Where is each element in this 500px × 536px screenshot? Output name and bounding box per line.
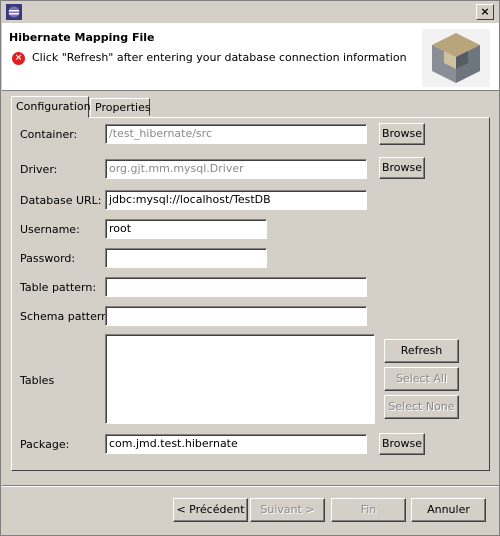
- error-icon: ×: [12, 52, 25, 65]
- back-button[interactable]: < Précédent: [173, 498, 248, 522]
- package-label: Package:: [20, 438, 70, 451]
- container-label: Container:: [20, 128, 78, 141]
- eclipse-icon: [6, 4, 22, 20]
- table-pattern-label: Table pattern:: [20, 281, 97, 294]
- wizard-banner: Hibernate Mapping File × Click "Refresh"…: [2, 23, 499, 91]
- tab-configuration[interactable]: Configuration: [11, 96, 91, 118]
- configuration-panel: Container: /test_hibernate/src Browse Dr…: [11, 117, 490, 471]
- select-all-button[interactable]: Select All: [384, 367, 459, 391]
- username-label: Username:: [20, 223, 80, 236]
- banner-message: Click "Refresh" after entering your data…: [32, 51, 407, 64]
- password-label: Password:: [20, 252, 76, 265]
- hibernate-logo-icon: [422, 29, 490, 87]
- database-url-label: Database URL:: [20, 194, 102, 207]
- dialog-window: × Hibernate Mapping File × Click "Refres…: [0, 0, 500, 536]
- close-button[interactable]: ×: [476, 4, 494, 20]
- footer-separator: [2, 485, 499, 487]
- schema-pattern-label: Schema pattern:: [20, 310, 112, 323]
- select-none-button[interactable]: Select None: [384, 395, 459, 419]
- driver-label: Driver:: [20, 163, 58, 176]
- next-button[interactable]: Suivant >: [250, 498, 325, 522]
- schema-pattern-field[interactable]: [105, 306, 367, 326]
- cancel-button[interactable]: Annuler: [411, 498, 486, 522]
- close-icon: ×: [480, 5, 490, 18]
- container-browse-button[interactable]: Browse: [379, 123, 425, 145]
- tables-list[interactable]: [105, 334, 375, 424]
- title-bar[interactable]: ×: [1, 1, 499, 23]
- table-pattern-field[interactable]: [105, 277, 367, 297]
- username-field[interactable]: root: [105, 219, 267, 239]
- package-field[interactable]: com.jmd.test.hibernate: [105, 434, 367, 454]
- tab-properties[interactable]: Properties: [90, 98, 151, 116]
- page-title: Hibernate Mapping File: [9, 31, 155, 44]
- package-browse-button[interactable]: Browse: [379, 433, 425, 455]
- database-url-field[interactable]: jdbc:mysql://localhost/TestDB: [105, 190, 367, 210]
- container-field[interactable]: /test_hibernate/src: [105, 124, 367, 144]
- finish-button[interactable]: Fin: [331, 498, 406, 522]
- driver-browse-button[interactable]: Browse: [379, 157, 425, 179]
- refresh-button[interactable]: Refresh: [384, 339, 459, 363]
- password-field[interactable]: [105, 248, 267, 268]
- tables-label: Tables: [20, 374, 55, 387]
- driver-field[interactable]: org.gjt.mm.mysql.Driver: [105, 159, 367, 179]
